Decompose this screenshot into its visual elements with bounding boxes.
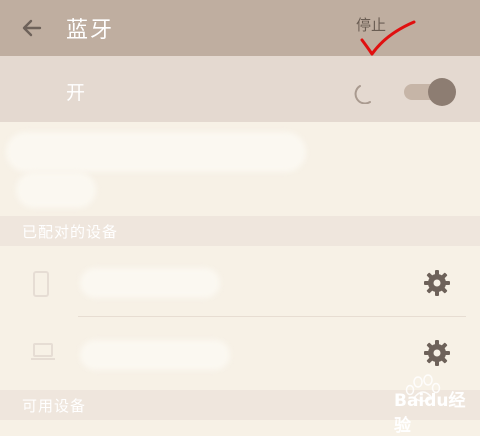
page-title: 蓝牙	[66, 18, 115, 43]
back-arrow-icon	[22, 19, 42, 37]
laptop-icon	[31, 343, 55, 360]
divider	[78, 316, 466, 317]
bluetooth-switch[interactable]	[404, 78, 458, 106]
baidu-watermark-text: Baidu经验	[394, 391, 466, 436]
loading-spinner-icon	[354, 85, 371, 104]
settings-gear-icon[interactable]	[422, 268, 452, 298]
redacted-device-name	[80, 268, 220, 298]
phone-icon	[33, 271, 49, 297]
settings-gear-icon[interactable]	[422, 338, 452, 368]
redacted-device-name	[80, 340, 230, 370]
app-bar: 蓝牙 停止	[0, 0, 480, 56]
toggle-label: 开	[66, 82, 86, 104]
redacted-text	[16, 172, 96, 208]
stop-button[interactable]: 停止	[356, 14, 386, 35]
section-label: 可用设备	[22, 397, 87, 415]
switch-thumb[interactable]	[428, 78, 456, 106]
paired-device-row[interactable]	[0, 250, 480, 316]
section-label: 已配对的设备	[22, 223, 119, 241]
paired-devices-header: 已配对的设备	[0, 216, 480, 246]
redacted-text	[6, 132, 306, 172]
back-button[interactable]	[14, 10, 50, 46]
